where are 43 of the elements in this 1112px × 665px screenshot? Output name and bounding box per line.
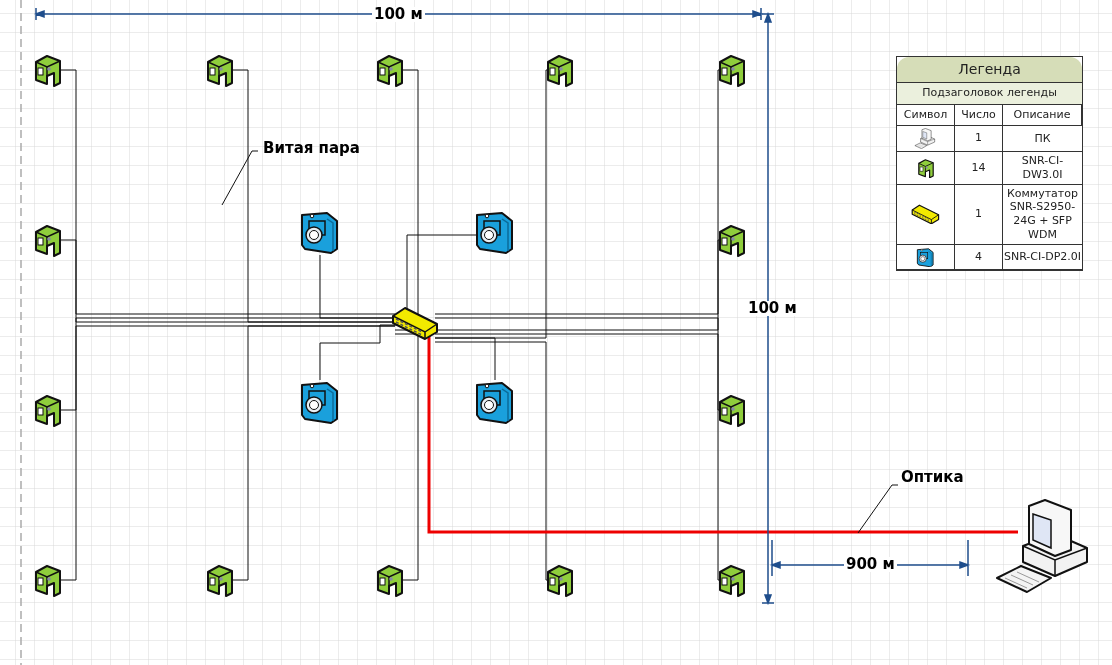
legend-count: 4 — [955, 244, 1003, 271]
camera-icon — [916, 246, 935, 268]
intercom-icon — [717, 223, 747, 257]
column-header: Число — [955, 104, 1003, 126]
legend-description: Коммутатор SNR-S2950-24G + SFP WDM — [1003, 184, 1082, 245]
leader-line — [856, 484, 900, 534]
camera-icon — [474, 209, 516, 255]
legend-description: SNR-CI-DP2.0I — [1003, 244, 1082, 271]
camera-icon — [299, 209, 341, 255]
intercom-icon — [205, 53, 235, 87]
leader-line — [220, 150, 260, 206]
intercom-icon — [717, 53, 747, 87]
intercom-icon — [545, 563, 575, 597]
cable-label: Оптика — [901, 470, 964, 485]
legend-count: 1 — [955, 184, 1003, 245]
intercom-icon — [545, 53, 575, 87]
column-header: Описание — [1003, 104, 1082, 126]
intercom-icon — [916, 157, 935, 179]
intercom-icon — [717, 393, 747, 427]
dimension-label: 900 м — [844, 557, 897, 572]
legend-description: SNR-CI-DW3.0I — [1003, 152, 1082, 185]
intercom-icon — [33, 563, 63, 597]
intercom-icon — [33, 223, 63, 257]
intercom-icon — [33, 53, 63, 87]
intercom-icon — [375, 53, 405, 87]
camera-icon — [299, 379, 341, 425]
legend-count: 1 — [955, 126, 1003, 153]
legend-subtitle: Подзаголовок легенды — [897, 83, 1082, 105]
column-header: Символ — [897, 104, 955, 126]
intercom-icon — [33, 393, 63, 427]
cable-label: Витая пара — [263, 141, 360, 156]
legend-title: Легенда — [897, 57, 1082, 83]
computer-icon — [914, 128, 937, 150]
legend-description: ПК — [1003, 126, 1082, 153]
dimension-label: 100 м — [372, 7, 425, 22]
intercom-icon — [205, 563, 235, 597]
intercom-icon — [717, 563, 747, 597]
switch-icon — [391, 306, 439, 340]
camera-icon — [474, 379, 516, 425]
switch-icon — [911, 203, 940, 225]
legend-count: 14 — [955, 152, 1003, 185]
intercom-icon — [375, 563, 405, 597]
dimension-label: 100 м — [746, 301, 799, 316]
